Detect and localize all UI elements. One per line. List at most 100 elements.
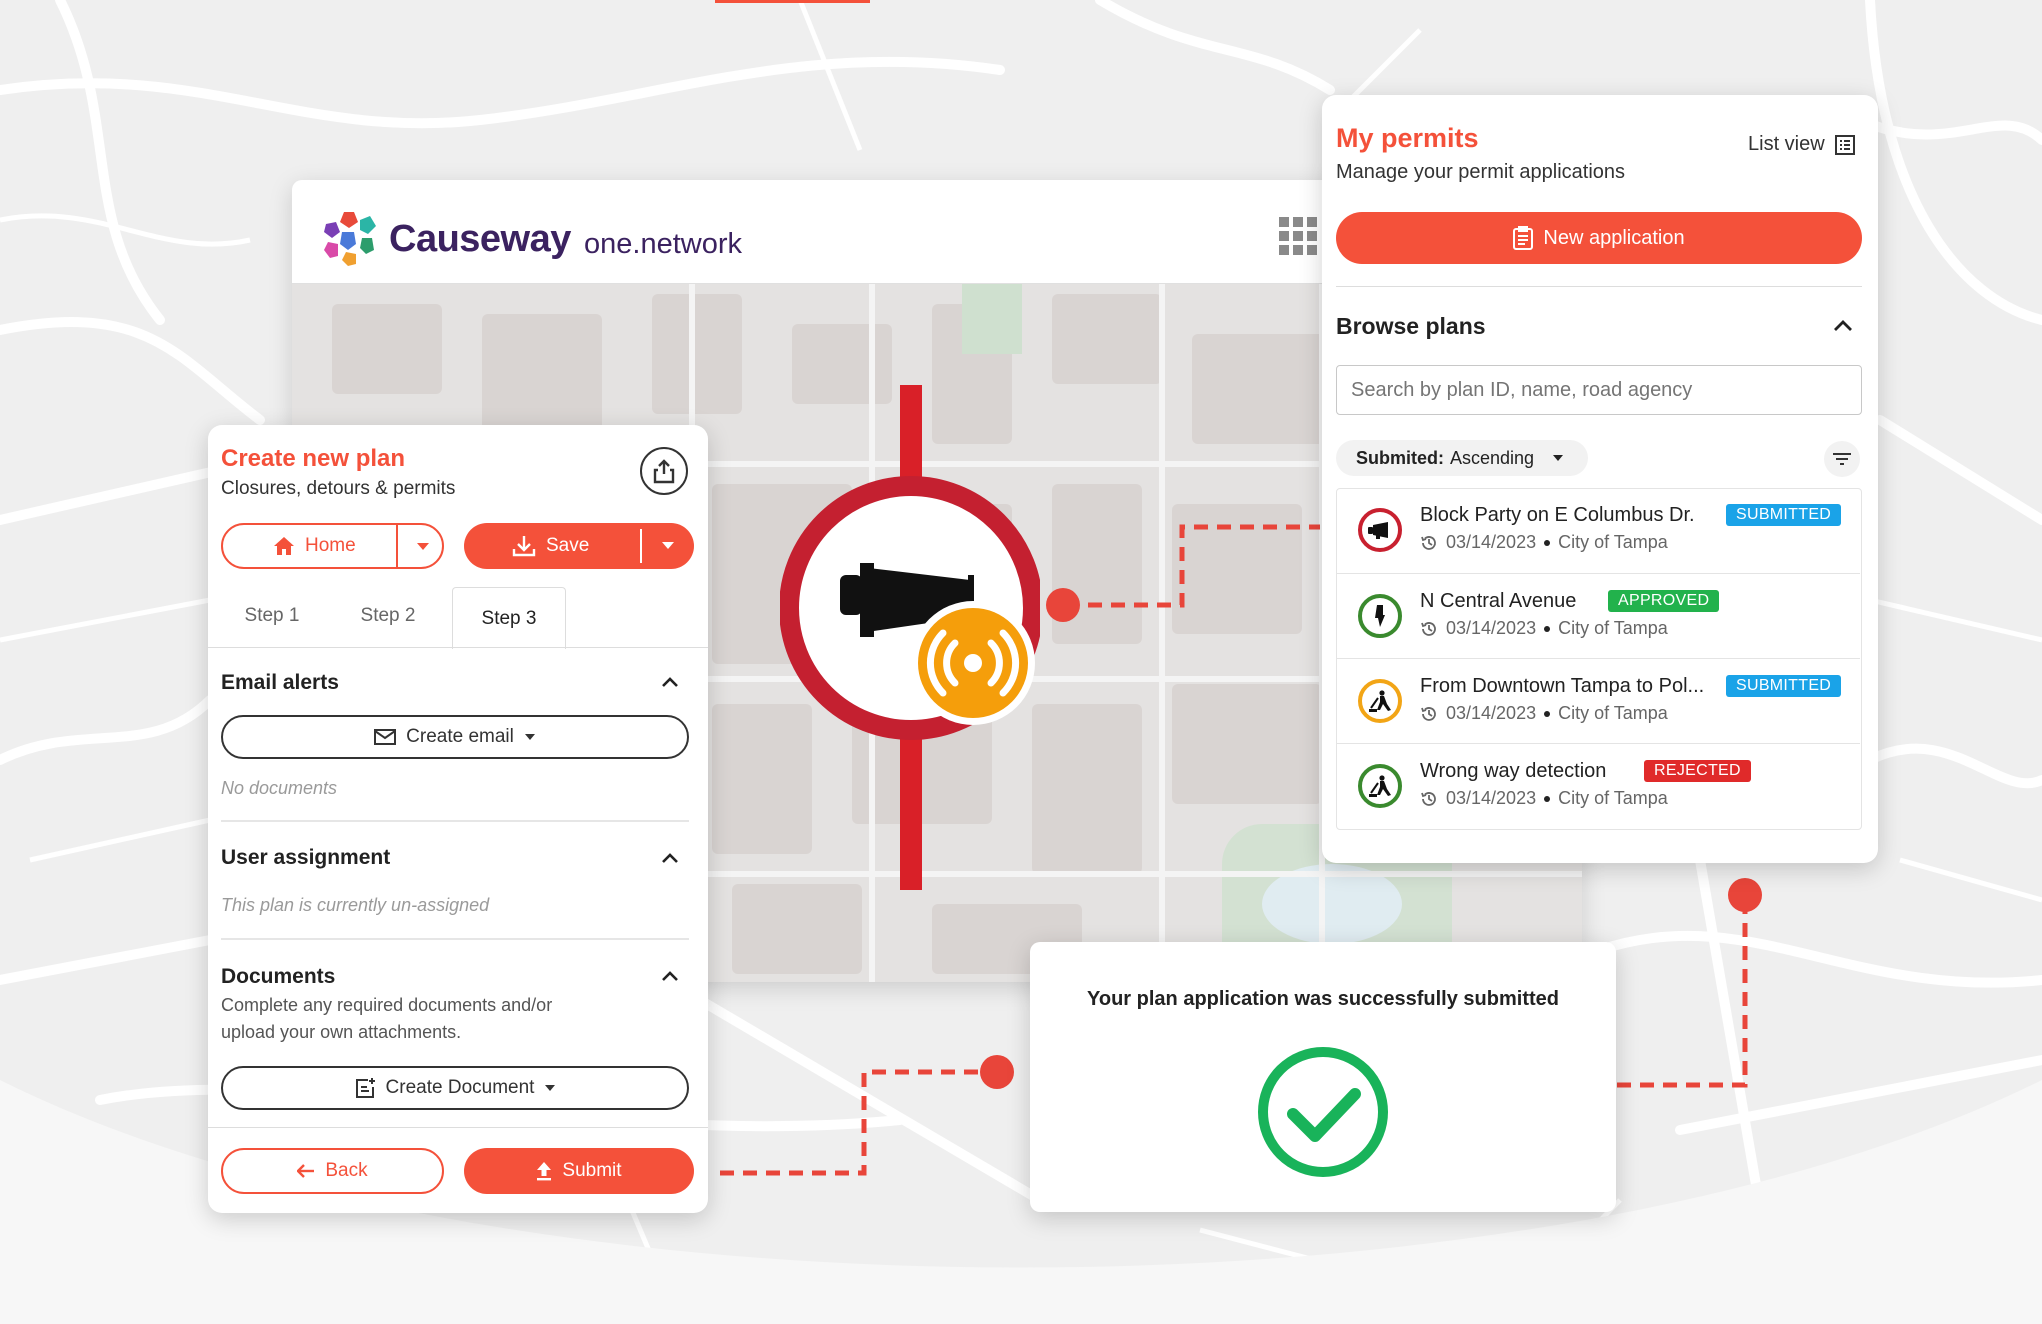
new-application-button[interactable]: New application [1336,212,1862,264]
home-button[interactable]: Home [221,523,444,569]
create-document-label: Create Document [385,1077,535,1098]
permit-title: N Central Avenue [1420,590,1577,612]
list-view-label: List view [1748,133,1825,155]
submit-button[interactable]: Submit [464,1148,694,1194]
roadworks-icon [1369,775,1391,797]
section-divider [221,820,689,822]
email-empty-text: No documents [221,778,338,798]
sort-value: Ascending [1450,447,1535,468]
save-divider [640,529,642,563]
permits-subtitle: Manage your permit applications [1336,161,1626,183]
history-icon [1421,706,1436,721]
permit-agency: City of Tampa [1558,618,1668,638]
create-plan-subtitle: Closures, detours & permits [221,478,456,499]
dot-separator [1544,710,1551,717]
closure-marker[interactable] [780,385,1040,890]
success-message: Your plan application was successfully s… [1087,988,1559,1010]
user-assignment-title: User assignment [221,846,391,869]
permit-date: 03/14/2023 [1446,788,1537,808]
search-input[interactable] [1336,365,1862,415]
megaphone-icon [1368,522,1388,539]
chevron-down-icon [524,734,535,740]
save-button[interactable]: Save [464,523,694,569]
list-view-icon [1834,134,1855,155]
back-button[interactable]: Back [221,1148,444,1194]
permit-status-ring [1358,764,1402,808]
section-divider [221,938,689,940]
list-item[interactable]: Block Party on E Columbus Dr. SUBMITTED … [1336,488,1860,573]
permit-title: Block Party on E Columbus Dr. [1420,504,1695,526]
chevron-up-icon[interactable] [662,853,678,863]
upload-icon [537,1162,552,1181]
home-icon [274,537,294,555]
mail-icon [374,729,397,745]
dot-separator [1544,795,1551,802]
permit-status-ring [1358,594,1402,638]
dot-separator [1544,539,1551,546]
permits-title: My permits [1336,123,1479,153]
permit-date: 03/14/2023 [1446,532,1537,552]
home-divider [396,525,398,567]
permit-status-ring [1358,679,1402,723]
chevron-up-icon[interactable] [662,971,678,981]
list-view-toggle[interactable]: List view [1748,133,1855,156]
permit-agency: City of Tampa [1558,788,1668,808]
save-label: Save [546,535,590,556]
status-badge: REJECTED [1644,760,1751,782]
documents-description-2: upload your own attachments. [221,1022,462,1042]
check-circle-icon [1258,1047,1388,1177]
permit-agency: City of Tampa [1558,532,1668,552]
traffic-light-icon [1375,605,1385,627]
permit-meta: 03/14/2023 City of Tampa [1420,532,1668,553]
tab-step-2[interactable]: Step 2 [338,587,438,645]
share-icon [653,459,675,484]
documents-title: Documents [221,965,336,988]
stage: Causeway one.network Create new plan Clo… [0,0,2042,1324]
chevron-down-icon [545,1085,556,1091]
documents-description-1: Complete any required documents and/or [221,995,553,1015]
list-item[interactable]: Wrong way detection REJECTED 03/14/2023 … [1336,743,1860,828]
footer-divider [208,1127,708,1128]
permit-status-ring [1358,508,1402,552]
user-assignment-empty: This plan is currently un-assigned [221,895,490,915]
filter-button[interactable] [1824,441,1860,477]
status-badge: APPROVED [1608,590,1720,612]
share-button[interactable] [640,447,688,495]
permit-meta: 03/14/2023 City of Tampa [1420,788,1668,809]
new-application-label: New application [1543,226,1685,249]
list-item[interactable]: From Downtown Tampa to Pol... SUBMITTED … [1336,658,1860,743]
submit-label: Submit [562,1160,622,1181]
document-add-icon [355,1078,375,1098]
permit-title: From Downtown Tampa to Pol... [1420,675,1705,697]
arrow-left-icon [297,1164,315,1178]
clipboard-icon [1513,226,1534,250]
create-email-button[interactable]: Create email [221,715,689,759]
tab-step-3[interactable]: Step 3 [452,587,566,649]
tab-step-1[interactable]: Step 1 [222,587,322,645]
permit-agency: City of Tampa [1558,703,1668,723]
chevron-up-icon[interactable] [662,677,678,687]
dot-separator [1544,625,1551,632]
permit-title: Wrong way detection [1420,760,1607,782]
create-document-button[interactable]: Create Document [221,1066,689,1110]
tabs-divider [208,647,708,648]
list-item[interactable]: N Central Avenue APPROVED 03/14/2023 Cit… [1336,573,1860,658]
chevron-down-icon [1553,455,1564,461]
permit-date: 03/14/2023 [1446,618,1537,638]
chevron-up-icon[interactable] [1834,320,1852,331]
permit-meta: 03/14/2023 City of Tampa [1420,618,1668,639]
sort-dropdown[interactable]: Submited: Ascending [1336,440,1589,476]
chevron-down-icon[interactable] [416,542,430,551]
chevron-down-icon[interactable] [661,541,675,550]
sort-label: Submited: [1356,447,1444,468]
history-icon [1421,791,1436,806]
home-label: Home [305,535,356,556]
history-icon [1421,621,1436,636]
status-badge: SUBMITTED [1726,504,1842,526]
create-plan-title: Create new plan [221,445,406,472]
browse-plans-title: Browse plans [1336,313,1486,339]
history-icon [1421,535,1436,550]
roadworks-icon [1369,690,1391,712]
permit-date: 03/14/2023 [1446,703,1537,723]
status-badge: SUBMITTED [1726,675,1842,697]
